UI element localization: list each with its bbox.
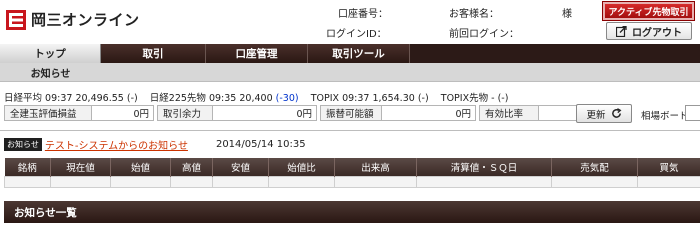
- n225-futures-change: (-30): [275, 93, 299, 104]
- tab-account[interactable]: 口座管理: [206, 44, 308, 63]
- topix-time: 09:37: [342, 93, 370, 104]
- logo[interactable]: 岡三オンライン: [6, 9, 140, 30]
- tab-top[interactable]: トップ: [0, 44, 101, 63]
- topix-futures-label: TOPIX先物: [440, 93, 489, 104]
- market-board-select[interactable]: [685, 105, 700, 121]
- col-change-from-open: 始値比: [268, 158, 335, 176]
- subtab-notices[interactable]: お知らせ: [0, 63, 101, 82]
- divider: [0, 130, 700, 131]
- header: 岡三オンライン 口座番号： お客様名： 様 ログインID： 前回ログイン： アク…: [0, 0, 700, 42]
- refresh-button-label: 更新: [586, 109, 606, 121]
- market-ticker: 日経平均 09:37 20,496.55 (-) 日経225先物 09:35 2…: [4, 90, 508, 104]
- notice-date: 2014/05/14 10:35: [215, 138, 306, 150]
- logout-button[interactable]: ログアウト: [606, 22, 692, 40]
- valuation-pl-value: 0円: [92, 105, 154, 121]
- logout-icon: [616, 25, 627, 37]
- account-number-label: 口座番号：: [338, 9, 388, 20]
- col-volume: 出来高: [334, 158, 417, 176]
- sub-nav: お知らせ: [0, 63, 700, 82]
- n225-time: 09:37: [45, 93, 73, 104]
- transferable-label: 振替可能額: [320, 105, 382, 121]
- quote-table: 銘柄 現在値 始値 高値 安値 始値比 出来高 清算値・ＳＱ日 売気配 買気: [4, 158, 700, 188]
- col-current-price: 現在値: [50, 158, 111, 176]
- last-login-label: 前回ログイン：: [449, 29, 519, 40]
- n225-futures-value: 20,400: [239, 93, 273, 104]
- topix-value: 1,654.30: [372, 93, 415, 104]
- n225-futures-time: 09:35: [208, 93, 237, 104]
- col-open: 始値: [110, 158, 171, 176]
- trading-power-value: 0円: [213, 105, 317, 121]
- col-symbol: 銘柄: [4, 158, 51, 176]
- table-row: [4, 175, 700, 188]
- refresh-button[interactable]: 更新: [576, 104, 632, 123]
- customer-name-label: お客様名：: [449, 9, 499, 20]
- account-summary: 全建玉評価損益 0円 取引余力 0円 振替可能額 0円 有効比率 -%: [4, 105, 607, 121]
- honorific-label: 様: [562, 9, 572, 20]
- notice-list-header: お知らせ一覧: [4, 201, 700, 223]
- logout-button-label: ログアウト: [632, 27, 682, 39]
- transferable-value: 0円: [382, 105, 476, 121]
- topix-change: (-): [417, 93, 429, 104]
- tab-trade[interactable]: 取引: [101, 44, 206, 63]
- col-low: 安値: [212, 158, 269, 176]
- topix-futures-value: -: [491, 93, 495, 104]
- latest-notice: お知らせ テスト-システムからのお知らせ 2014/05/14 10:35: [4, 137, 306, 152]
- main-nav: トップ 取引 口座管理 取引ツール: [0, 44, 700, 63]
- col-bid: 買気: [637, 158, 700, 176]
- notice-link[interactable]: テスト-システムからのお知らせ: [45, 137, 188, 152]
- market-board-label: 相場ボード: [641, 111, 689, 122]
- refresh-icon: [611, 108, 621, 118]
- login-id-label: ログインID：: [326, 29, 387, 40]
- n225-change: (-): [126, 93, 138, 104]
- trading-power-label: 取引余力: [157, 105, 213, 121]
- logo-text: 岡三オンライン: [31, 11, 140, 29]
- col-settlement-sq: 清算値・ＳＱ日: [416, 158, 552, 176]
- col-high: 高値: [170, 158, 213, 176]
- okasan-logo-icon: [6, 9, 26, 30]
- topix-futures-change: (-): [497, 93, 509, 104]
- valuation-pl-label: 全建玉評価損益: [4, 105, 92, 121]
- col-ask: 売気配: [551, 158, 638, 176]
- active-futures-button[interactable]: アクティブ先物取引: [602, 1, 695, 21]
- n225-value: 20,496.55: [75, 93, 124, 104]
- tab-trade-tools[interactable]: 取引ツール: [308, 44, 410, 63]
- n225-futures-label: 日経225先物: [149, 93, 206, 104]
- effective-ratio-label: 有効比率: [479, 105, 539, 121]
- notice-badge: お知らせ: [4, 137, 42, 151]
- n225-label: 日経平均: [4, 93, 43, 104]
- topix-label: TOPIX: [310, 93, 340, 104]
